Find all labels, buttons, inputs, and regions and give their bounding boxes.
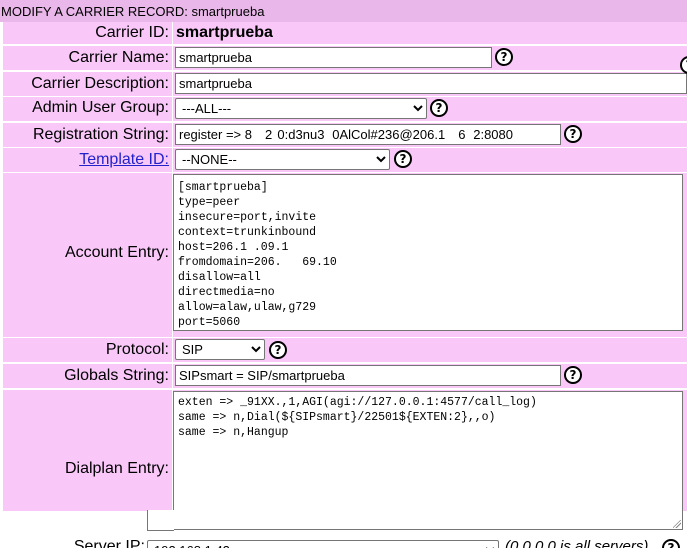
dialplan-entry-label-cell: Dialplan Entry:: [3, 390, 172, 511]
account-entry-label: Account Entry:: [64, 244, 169, 261]
template-id-label-cell: Template ID:: [3, 148, 172, 172]
carrier-name-input[interactable]: [175, 47, 492, 68]
registration-string-label-cell: Registration String:: [3, 123, 172, 147]
question-circle-icon[interactable]: ?: [564, 125, 582, 143]
account-entry-textarea[interactable]: [smartprueba] type=peer insecure=port,in…: [173, 174, 683, 331]
dialplan-entry-textarea[interactable]: exten => _91XX.,1,AGI(agi://127.0.0.1:45…: [173, 391, 683, 530]
question-circle-icon[interactable]: ?: [394, 150, 412, 168]
carrier-id-label-cell: Carrier ID:: [3, 22, 172, 44]
carrier-id-label: Carrier ID:: [95, 24, 169, 41]
question-circle-icon[interactable]: ?: [495, 48, 513, 66]
dialplan-entry-label: Dialplan Entry:: [64, 460, 169, 477]
question-circle-icon[interactable]: ?: [564, 366, 582, 384]
globals-string-input[interactable]: [175, 365, 561, 386]
server-ip-label: Server IP:: [73, 538, 145, 548]
protocol-select[interactable]: SIP: [175, 339, 265, 360]
page-header: MODIFY A CARRIER RECORD: smartprueba: [0, 0, 687, 22]
template-id-link[interactable]: Template ID:: [79, 151, 169, 169]
carrier-name-label: Carrier Name:: [68, 49, 169, 66]
carrier-description-label: Carrier Description:: [31, 75, 169, 92]
dialplan-textarea-extension: [147, 510, 174, 531]
protocol-label-cell: Protocol:: [3, 338, 172, 362]
carrier-description-label-cell: Carrier Description:: [3, 72, 172, 96]
server-ip-select[interactable]: 192.168.1.42: [147, 540, 499, 548]
resize-grip-icon[interactable]: [673, 520, 681, 528]
page-title: MODIFY A CARRIER RECORD: smartprueba: [1, 4, 265, 19]
protocol-label: Protocol:: [105, 341, 169, 358]
carrier-id-value-cell: smartprueba: [173, 22, 687, 44]
question-circle-icon[interactable]: ?: [430, 99, 448, 117]
account-entry-label-cell: Account Entry:: [3, 173, 172, 337]
admin-user-group-select[interactable]: ---ALL---: [175, 98, 427, 119]
question-circle-icon[interactable]: ?: [662, 539, 680, 548]
admin-user-group-label-cell: Admin User Group:: [3, 97, 172, 121]
template-id-select[interactable]: --NONE--: [175, 149, 390, 170]
globals-string-label: Globals String:: [64, 367, 169, 384]
carrier-id-value: smartprueba: [176, 24, 273, 41]
server-ip-row: Server IP: 192.168.1.42 (0.0.0.0 is all …: [0, 538, 687, 548]
registration-string-label: Registration String:: [32, 126, 169, 143]
registration-string-input[interactable]: [175, 124, 561, 145]
carrier-description-input[interactable]: [175, 73, 687, 94]
server-ip-note: (0.0.0.0 is all servers): [505, 538, 649, 548]
admin-user-group-label: Admin User Group:: [32, 99, 169, 116]
globals-string-label-cell: Globals String:: [3, 364, 172, 388]
question-circle-icon[interactable]: ?: [269, 341, 287, 359]
carrier-name-label-cell: Carrier Name:: [3, 46, 172, 70]
